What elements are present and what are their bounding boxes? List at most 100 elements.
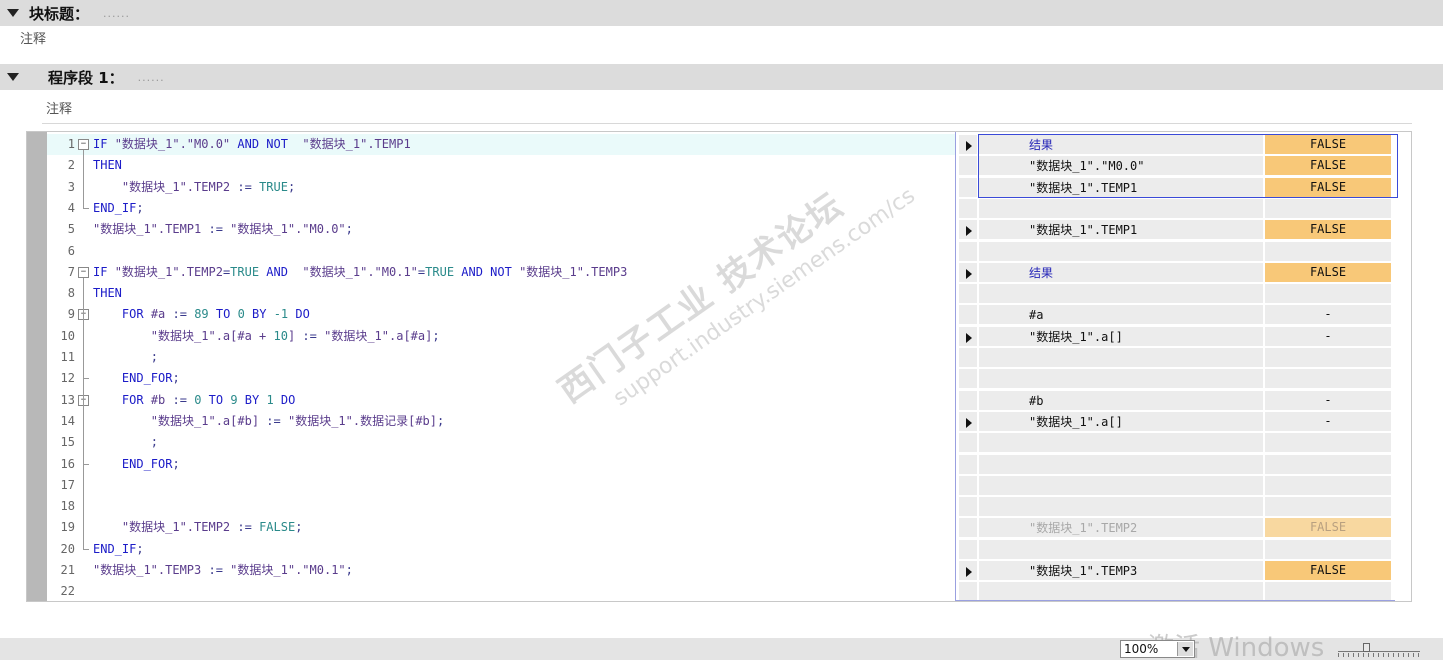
zoom-select[interactable]: 100% <box>1120 640 1195 658</box>
watch-name-cell: #b <box>979 390 1263 410</box>
code-token: IF <box>93 264 115 279</box>
watch-expand-cell[interactable] <box>959 220 977 240</box>
code-line[interactable]: 14 "数据块_1".a[#b] := "数据块_1".数据记录[#b]; <box>47 411 955 432</box>
code-text: "数据块_1".a[#a + 10] := "数据块_1".a[#a]; <box>93 326 440 347</box>
fold-toggle-icon[interactable]: − <box>78 139 89 150</box>
code-line[interactable]: 13− FOR #b := 0 TO 9 BY 1 DO <box>47 390 955 411</box>
code-text: THEN <box>93 155 122 176</box>
collapse-triangle-icon[interactable] <box>7 73 19 81</box>
code-line[interactable]: 11 ; <box>47 347 955 368</box>
code-text: END_IF; <box>93 539 144 560</box>
watch-name-cell <box>979 369 1263 389</box>
code-token: 9 <box>230 392 245 407</box>
code-token: 0 <box>237 307 253 322</box>
play-arrow-icon[interactable] <box>966 332 972 343</box>
code-token: ; <box>136 200 144 215</box>
code-token: ; <box>172 456 180 471</box>
fold-guide-line <box>83 320 84 379</box>
network-title-placeholder[interactable]: ...... <box>138 71 165 84</box>
watch-name-cell <box>979 497 1263 517</box>
zoom-slider[interactable] <box>1338 641 1420 658</box>
watch-name-cell <box>979 348 1263 367</box>
watch-expand-cell[interactable] <box>959 561 977 580</box>
line-number: 12 <box>60 371 75 386</box>
watch-name-cell: "数据块_1".TEMP3 <box>979 561 1263 580</box>
fold-toggle-icon[interactable]: − <box>78 266 89 278</box>
line-number: 13 <box>60 392 75 407</box>
play-arrow-icon[interactable] <box>966 226 972 237</box>
zoom-value: 100% <box>1124 642 1159 656</box>
block-comment[interactable]: 注释 <box>20 28 46 47</box>
play-arrow-icon[interactable] <box>966 417 972 428</box>
code-area[interactable]: 1− IF "数据块_1"."M0.0" AND NOT "数据块_1".TEMP… <box>47 132 955 601</box>
network-header[interactable]: 程序段 1： ...... <box>0 64 1443 90</box>
watch-expand-cell[interactable] <box>959 411 977 431</box>
code-line[interactable]: 9− FOR #a := 89 TO 0 BY -1 DO <box>47 304 955 325</box>
code-line[interactable]: 2 THEN <box>47 155 955 176</box>
collapse-triangle-icon[interactable] <box>7 9 19 17</box>
watch-value: - <box>1265 305 1391 325</box>
block-title-placeholder[interactable]: ...... <box>103 7 130 20</box>
code-line[interactable]: 21 "数据块_1".TEMP3 := "数据块_1"."M0.1"; <box>47 560 955 581</box>
fold-guide-line <box>83 150 84 208</box>
line-number: 21 <box>60 563 75 577</box>
code-token: ; <box>93 350 159 364</box>
divider <box>42 123 1412 124</box>
dropdown-button[interactable] <box>1177 642 1193 656</box>
code-token: "数据块_1".a[#a + <box>150 328 274 343</box>
watch-value: FALSE <box>1265 518 1391 538</box>
code-line[interactable]: 6 <box>47 241 955 262</box>
network-comment[interactable]: 注释 <box>46 98 72 117</box>
line-number: 14 <box>60 413 75 428</box>
watch-name-cell: "数据块_1".a[] <box>979 326 1263 346</box>
watch-expand-cell <box>959 475 977 495</box>
fold-guide-end <box>83 463 89 465</box>
code-line[interactable]: 12 END_FOR; <box>47 368 955 389</box>
code-line[interactable]: 1− IF "数据块_1"."M0.0" AND NOT "数据块_1".TEMP… <box>47 134 955 156</box>
code-text: "数据块_1".TEMP1 := "数据块_1"."M0.0"; <box>93 219 353 240</box>
slider-thumb[interactable] <box>1363 643 1370 652</box>
scl-editor[interactable]: 1− IF "数据块_1"."M0.0" AND NOT "数据块_1".TEMP… <box>26 131 1412 602</box>
code-text: "数据块_1".TEMP2 := FALSE; <box>93 517 303 538</box>
code-line[interactable]: 5 "数据块_1".TEMP1 := "数据块_1"."M0.0"; <box>47 219 955 240</box>
watch-value <box>1265 198 1391 218</box>
line-number: 17 <box>60 477 75 492</box>
watch-expand-cell <box>959 348 977 367</box>
watch-row: "数据块_1".TEMP1 FALSE <box>956 177 1396 198</box>
code-line[interactable]: 20 END_IF; <box>47 539 955 560</box>
watch-value <box>1265 369 1391 389</box>
watch-expand-cell[interactable] <box>959 135 977 154</box>
watch-expand-cell[interactable] <box>959 262 977 282</box>
code-token: := <box>208 563 231 577</box>
play-arrow-icon[interactable] <box>966 567 972 577</box>
code-token: ; <box>295 520 303 535</box>
watch-value: FALSE <box>1265 561 1391 580</box>
line-number: 1 <box>67 137 75 151</box>
code-token: BY <box>244 392 267 407</box>
code-line[interactable]: 7− IF "数据块_1".TEMP2=TRUE AND "数据块_1"."M0.… <box>47 262 955 283</box>
code-line[interactable]: 3 "数据块_1".TEMP2 := TRUE; <box>47 177 955 198</box>
watch-row <box>956 475 1396 496</box>
play-arrow-icon[interactable] <box>966 141 972 151</box>
code-token: := <box>172 392 195 407</box>
play-arrow-icon[interactable] <box>966 268 972 279</box>
code-line[interactable]: 19 "数据块_1".TEMP2 := FALSE; <box>47 517 955 538</box>
code-line[interactable]: 10 "数据块_1".a[#a + 10] := "数据块_1".a[#a]; <box>47 326 955 347</box>
code-line[interactable]: 15 ; <box>47 432 955 453</box>
block-title-header[interactable]: 块标题： ...... <box>0 0 1443 26</box>
watch-value <box>1265 475 1391 495</box>
code-line[interactable]: 16 END_FOR; <box>47 454 955 475</box>
code-line[interactable]: 4 END_IF; <box>47 198 955 219</box>
line-number: 16 <box>60 456 75 471</box>
code-line[interactable]: 18 <box>47 496 955 517</box>
code-line[interactable]: 22 <box>47 581 955 601</box>
watch-value: - <box>1265 390 1391 410</box>
watch-row: "数据块_1".TEMP3 FALSE <box>956 560 1396 581</box>
code-token: DO <box>280 392 296 407</box>
watch-variable-name: 结果 <box>1029 265 1054 280</box>
code-line[interactable]: 8 THEN <box>47 283 955 304</box>
watch-row: #b - <box>956 390 1396 411</box>
watch-expand-cell[interactable] <box>959 326 977 346</box>
code-line[interactable]: 17 <box>47 475 955 496</box>
